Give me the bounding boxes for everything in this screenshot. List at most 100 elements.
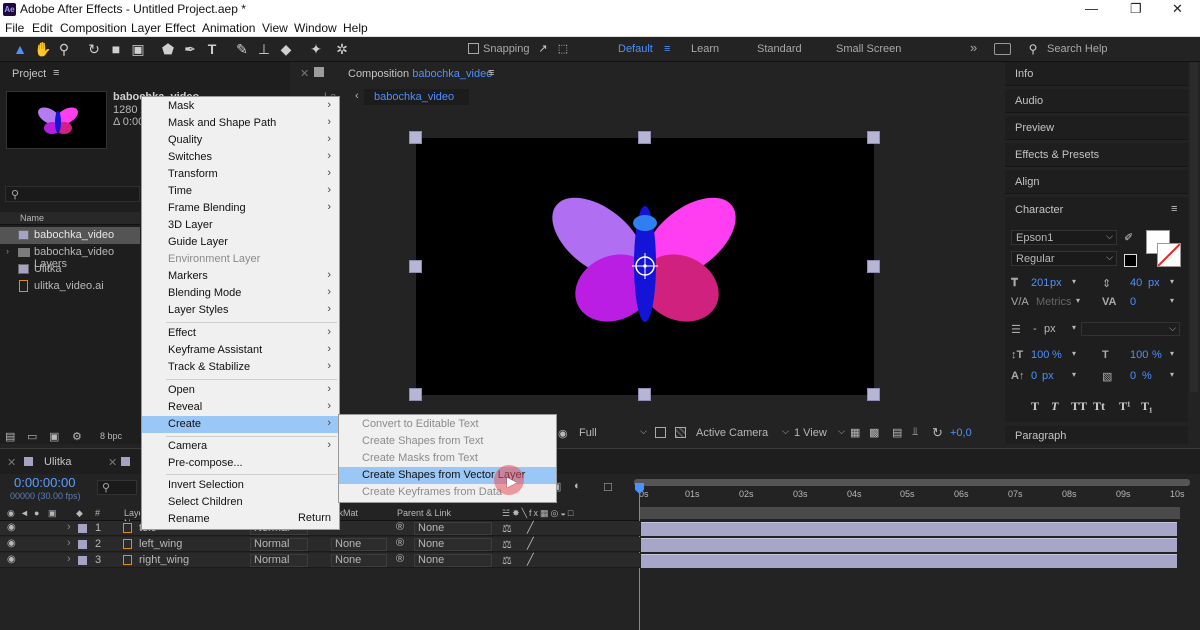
column-parent-link[interactable]: Parent & Link (397, 508, 451, 518)
menu-item-reveal[interactable]: Reveal › (142, 399, 339, 416)
panel-menu-icon[interactable]: ≡ (53, 67, 59, 79)
subscript-button[interactable]: T₁ (1141, 399, 1153, 414)
parent-dropdown[interactable]: None (414, 554, 492, 567)
faux-italic-button[interactable]: T (1051, 399, 1058, 414)
comp-duration-bar[interactable] (640, 507, 1180, 519)
tracking-field[interactable]: VA 0 ▾ (1102, 296, 1174, 308)
brush-tool-icon[interactable]: ✎ (234, 41, 250, 57)
comp-breadcrumb[interactable]: babochka_video (364, 89, 469, 105)
font-style-dropdown[interactable]: Regular ⌵ (1011, 251, 1117, 266)
menu-item-create[interactable]: Create › (142, 416, 339, 433)
chevron-down-icon[interactable]: ▾ (1170, 296, 1174, 305)
audio-toggle-icon[interactable]: ◄ (20, 508, 29, 518)
character-panel-title[interactable]: Character (1015, 204, 1063, 216)
workspace-default[interactable]: Default (618, 43, 653, 55)
timeline-search-input[interactable]: ⚲ (97, 480, 137, 495)
layer-duration-bar[interactable] (641, 522, 1177, 536)
menu-item-camera[interactable]: Camera › (142, 438, 339, 455)
project-settings-icon[interactable]: ⚙ (72, 430, 82, 443)
channel-icon[interactable]: ◉ (558, 427, 568, 440)
font-family-dropdown[interactable]: Epson1 ⌵ (1011, 230, 1117, 245)
resolution-dropdown[interactable]: Full ⌵ (574, 425, 649, 441)
faux-bold-button[interactable]: T (1031, 399, 1039, 414)
column-trkmat[interactable]: TrkMat (340, 508, 358, 518)
stroke-width-value[interactable]: - (1033, 323, 1037, 335)
disclosure-triangle-icon[interactable]: › (67, 553, 71, 565)
menu-item-transform[interactable]: Transform › (142, 166, 339, 183)
close-panel-icon[interactable]: ✕ (300, 67, 309, 80)
menu-file[interactable]: File (5, 21, 24, 35)
camera-tool-icon[interactable]: ■ (108, 41, 124, 57)
tsume-value[interactable]: 0 (1130, 370, 1136, 382)
menu-help[interactable]: Help (343, 21, 368, 35)
hand-tool-icon[interactable]: ✋ (34, 41, 51, 57)
exposure-value[interactable]: +0,0 (950, 427, 972, 439)
comp-tab-label[interactable]: Composition babochka_video (348, 68, 492, 80)
menu-item-frame-blending[interactable]: Frame Blending › (142, 200, 339, 217)
project-item-row[interactable]: ulitka_video.ai (0, 278, 140, 295)
type-tool-icon[interactable]: T (204, 41, 220, 57)
quality-switch-icon[interactable]: ╱ (527, 521, 534, 534)
eye-icon[interactable]: ◉ (7, 554, 16, 565)
layer-name[interactable]: left_wing (139, 538, 182, 550)
transform-handle[interactable] (867, 260, 880, 273)
stroke-color-swatch[interactable] (1157, 243, 1181, 267)
workspace-small-screen[interactable]: Small Screen (836, 43, 901, 55)
graph-editor-icon[interactable]: □ (604, 479, 612, 494)
horizontal-scale-field[interactable]: T 100 % ▾ (1102, 349, 1174, 361)
region-of-interest-icon[interactable] (655, 427, 666, 438)
close-icon[interactable]: ✕ (1172, 1, 1183, 17)
camera-dropdown[interactable]: Active Camera ⌵ (694, 425, 791, 441)
stroke-width-field[interactable]: ☰ - px ▾ (1011, 323, 1076, 336)
superscript-button[interactable]: T¹ (1119, 399, 1131, 414)
lock-icon[interactable]: ▣ (48, 508, 57, 519)
layer-name[interactable]: right_wing (139, 554, 189, 566)
video-toggle-icon[interactable]: ◉ (7, 508, 15, 519)
project-item-row[interactable]: › babochka_video Layers (0, 244, 140, 270)
new-folder-icon[interactable]: ▭ (27, 430, 37, 443)
chevron-down-icon[interactable]: ▾ (1170, 277, 1174, 286)
small-caps-button[interactable]: Tt (1093, 399, 1105, 414)
vertical-scale-value[interactable]: 100 (1031, 349, 1049, 361)
panel-menu-icon[interactable]: ≡ (1171, 203, 1177, 215)
vertical-scale-field[interactable]: ↕T 100 % ▾ (1011, 349, 1076, 361)
eye-icon[interactable]: ◉ (7, 522, 16, 533)
chevron-down-icon[interactable]: ▾ (1072, 323, 1076, 332)
lock-panel-icon[interactable] (314, 67, 324, 77)
project-search-input[interactable]: ⚲ (5, 186, 140, 202)
menu-layer[interactable]: Layer (131, 21, 161, 35)
menu-item-mask-and-shape-path[interactable]: Mask and Shape Path › (142, 115, 339, 132)
timeline-tab-ulitka[interactable]: Ulitka (44, 456, 72, 468)
all-caps-button[interactable]: TT (1071, 399, 1087, 414)
tsume-field[interactable]: ▧ 0 % ▾ (1102, 370, 1174, 383)
project-panel-title[interactable]: Project (12, 68, 46, 80)
preview-panel[interactable]: Preview (1005, 116, 1188, 140)
menu-item-keyframe-assistant[interactable]: Keyframe Assistant › (142, 342, 339, 359)
tracking-value[interactable]: 0 (1130, 296, 1136, 308)
reset-exposure-icon[interactable]: ↻ (932, 425, 943, 441)
fast-previews-icon[interactable]: ▩ (869, 426, 879, 439)
disclosure-triangle-icon[interactable]: › (6, 246, 9, 256)
motion-blur-icon[interactable]: ◐ (574, 480, 581, 492)
trkmat-dropdown[interactable]: None (331, 554, 387, 567)
parent-dropdown[interactable]: None (414, 538, 492, 551)
minimize-icon[interactable]: — (1085, 1, 1098, 16)
transform-handle[interactable] (638, 388, 651, 401)
close-panel-icon[interactable]: ✕ (7, 456, 16, 469)
paragraph-panel[interactable]: Paragraph (1005, 426, 1188, 444)
chevron-down-icon[interactable]: ▾ (1170, 370, 1174, 379)
panel-menu-icon[interactable]: ≡ (488, 67, 494, 79)
menu-item-layer-styles[interactable]: Layer Styles › (142, 302, 339, 319)
label-color-swatch[interactable] (78, 556, 87, 565)
eye-icon[interactable]: ◉ (7, 538, 16, 549)
clone-stamp-tool-icon[interactable]: ⊥ (256, 41, 272, 57)
transform-handle[interactable] (409, 260, 422, 273)
transform-handle[interactable] (638, 131, 651, 144)
search-help-input[interactable]: Search Help (1047, 43, 1108, 55)
menu-animation[interactable]: Animation (202, 21, 255, 35)
chevron-down-icon[interactable]: ▾ (1170, 349, 1174, 358)
maximize-icon[interactable]: ❐ (1130, 1, 1142, 17)
kerning-value[interactable]: Metrics (1036, 296, 1071, 308)
blend-mode-dropdown[interactable]: Normal (250, 538, 308, 551)
menu-item-invert-selection[interactable]: Invert Selection (142, 477, 339, 494)
